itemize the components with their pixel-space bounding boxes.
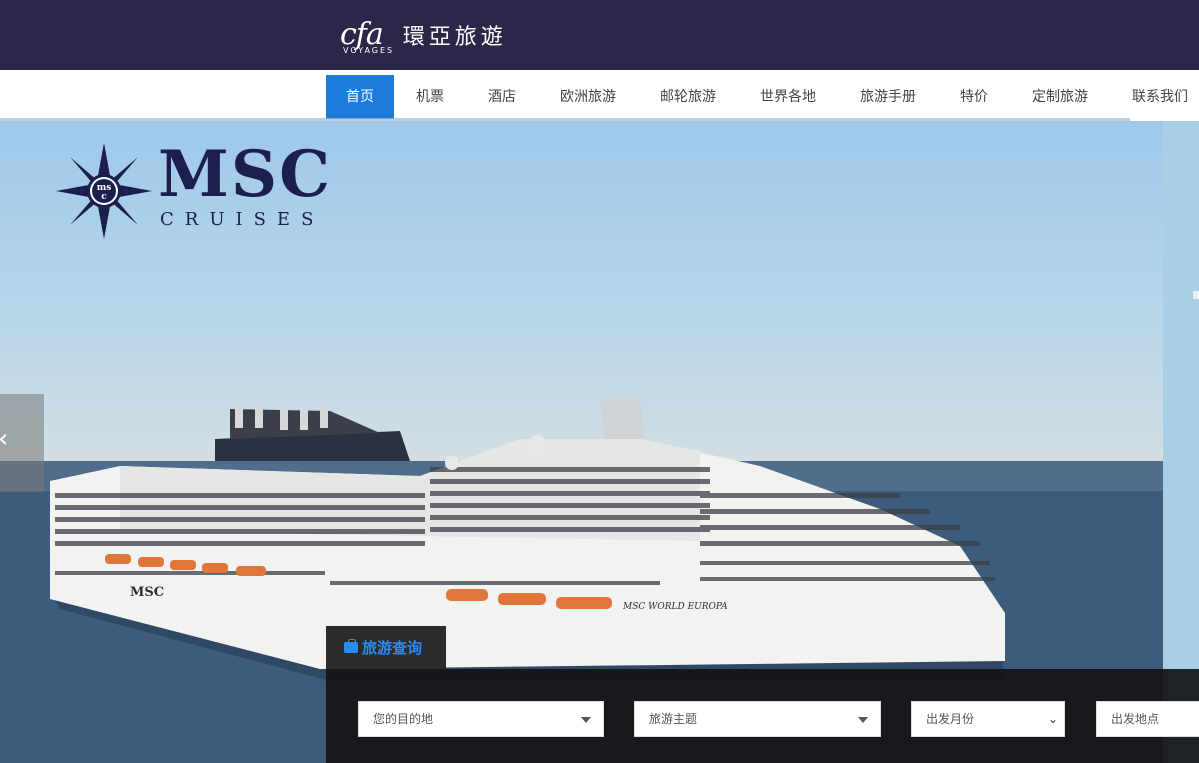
nav-item-home[interactable]: 首页 [326,75,394,119]
theme-select[interactable]: 旅游主题 [634,701,881,737]
destination-select[interactable]: 您的目的地 [358,701,604,737]
month-select[interactable]: 出发月份 ⌄ [911,701,1065,737]
nav-item-custom-tours[interactable]: 定制旅游 [1010,75,1110,119]
search-panel: 您的目的地 旅游主题 出发月份 ⌄ 出发地点 [326,669,1199,763]
departure-placeholder: 出发地点 [1111,712,1160,726]
nav-item-europe-tours[interactable]: 欧洲旅游 [538,75,638,119]
nav-item-hotels[interactable]: 酒店 [466,75,538,119]
hero-banner[interactable]: MSC MSC WORLD EUROPA ms c MSC CRUISES [0,121,1199,763]
search-tab[interactable]: 旅游查询 [326,626,446,669]
caret-down-icon [581,717,591,723]
destination-placeholder: 您的目的地 [373,712,434,726]
brand-name: 環亞旅遊 [402,25,507,50]
nav-item-deals[interactable]: 特价 [938,75,1010,119]
next-slide-peek [1163,121,1199,763]
slide-indicator[interactable] [1193,291,1199,299]
cruises-wordmark: CRUISES [160,209,325,230]
nav-item-contact[interactable]: 联系我们 [1110,75,1199,119]
msc-cruises-logo: ms c MSC CRUISES [56,143,332,239]
top-header: cfa VOYAGES 環亞旅遊 [0,0,1199,70]
briefcase-icon [344,639,358,653]
svg-text:c: c [101,192,107,202]
departure-input[interactable]: 出发地点 [1096,701,1199,737]
logo-subtitle: VOYAGES [343,46,395,55]
chevron-down-icon: ⌄ [1047,712,1058,726]
theme-placeholder: 旅游主题 [649,712,698,726]
nav-item-worldwide[interactable]: 世界各地 [738,75,838,119]
msc-wordmark: MSC [158,137,332,212]
month-placeholder: 出发月份 [926,712,975,726]
ship-name-label: MSC WORLD EUROPA [622,602,728,612]
nav-item-flights[interactable]: 机票 [394,75,466,119]
nav-item-cruises[interactable]: 邮轮旅游 [638,75,738,119]
site-logo[interactable]: cfa VOYAGES 環亞旅遊 [340,6,507,64]
main-nav: 首页 机票 酒店 欧洲旅游 邮轮旅游 世界各地 旅游手册 特价 定制旅游 联系我… [0,70,1199,120]
ship-hull-logo: MSC [130,585,164,600]
slider-prev-button[interactable]: ‹ [0,394,44,492]
compass-rose-icon: ms c [56,143,152,239]
caret-down-icon [858,717,868,723]
chevron-left-icon: ‹ [0,424,8,454]
search-tab-label: 旅游查询 [362,639,423,657]
nav-item-brochures[interactable]: 旅游手册 [838,75,938,119]
